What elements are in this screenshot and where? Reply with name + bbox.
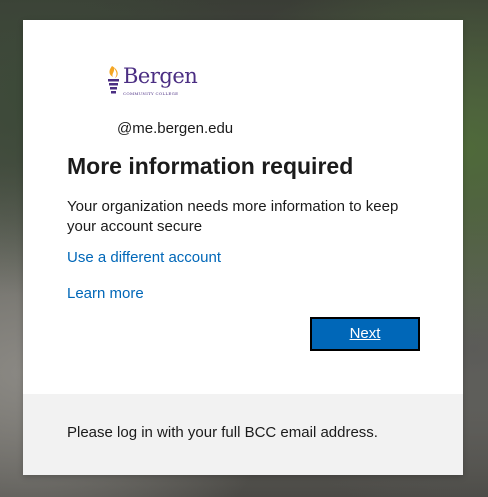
bergen-logo: Bergen COMMUNITY COLLEGE xyxy=(103,64,198,100)
logo-wordmark: Bergen xyxy=(123,64,198,88)
learn-more-link[interactable]: Learn more xyxy=(67,285,144,302)
use-different-account-link[interactable]: Use a different account xyxy=(67,249,221,266)
footer-text: Please log in with your full BCC email a… xyxy=(67,424,378,441)
logo-subtitle: COMMUNITY COLLEGE xyxy=(123,91,179,96)
sign-in-card: Bergen COMMUNITY COLLEGE @me.bergen.edu … xyxy=(23,20,463,475)
page-title: More information required xyxy=(67,153,354,179)
footer-banner: Please log in with your full BCC email a… xyxy=(23,394,463,475)
torch-icon xyxy=(108,66,119,94)
account-email: @me.bergen.edu xyxy=(117,120,234,137)
page-description: Your organization needs more information… xyxy=(67,198,399,235)
next-button[interactable]: Next xyxy=(310,317,420,351)
